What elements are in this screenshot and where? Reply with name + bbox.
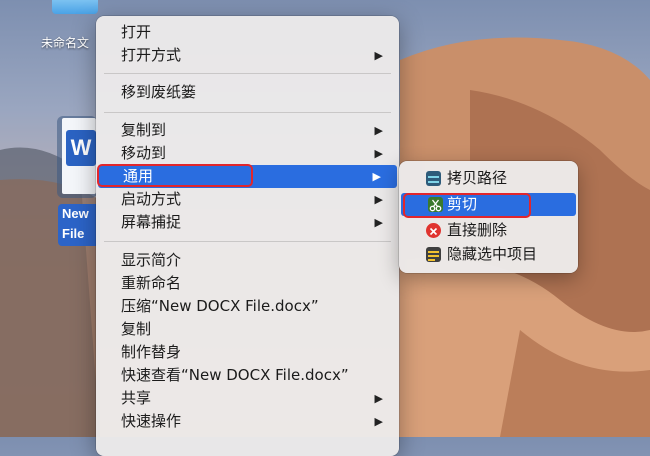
chevron-right-icon: ▶ <box>374 415 383 428</box>
menu-item-label: 移动到 <box>121 144 167 162</box>
menu-item-label: 复制到 <box>121 121 167 139</box>
menu-item-duplicate[interactable]: 复制 <box>96 318 399 341</box>
context-menu: 打开 打开方式 ▶ 移到废纸篓 复制到 ▶ 移动到 ▶ 通用 ▶ 启动方式 ▶ 屏幕捕捉 ▶… <box>96 16 399 456</box>
annotation-highlight-box <box>403 193 531 218</box>
menu-item-label: 重新命名 <box>121 274 182 292</box>
chevron-right-icon: ▶ <box>374 147 383 160</box>
hide-items-icon <box>426 247 441 262</box>
chevron-right-icon: ▶ <box>374 193 383 206</box>
file-name-line1: New <box>62 206 89 221</box>
chevron-right-icon: ▶ <box>374 49 383 62</box>
menu-item-label: 制作替身 <box>121 343 182 361</box>
menu-item-label: 快速操作 <box>121 412 182 430</box>
menu-item-screen-capture[interactable]: 屏幕捕捉 ▶ <box>96 211 399 234</box>
menu-item-label: 复制 <box>121 320 152 338</box>
copy-path-icon <box>426 171 441 186</box>
chevron-right-icon: ▶ <box>374 392 383 405</box>
menu-separator <box>104 241 391 242</box>
folder-icon[interactable] <box>52 0 98 14</box>
menu-item-move-to-trash[interactable]: 移到废纸篓 <box>96 81 399 104</box>
menu-item-copy-to[interactable]: 复制到 ▶ <box>96 119 399 142</box>
word-icon: W <box>66 130 96 166</box>
menu-item-label: 打开方式 <box>121 46 182 64</box>
chevron-right-icon: ▶ <box>374 216 383 229</box>
delete-icon <box>426 223 441 238</box>
menu-item-launch-method[interactable]: 启动方式 ▶ <box>96 188 399 211</box>
menu-item-label: 显示简介 <box>121 251 182 269</box>
submenu-item-label: 拷贝路径 <box>447 169 508 187</box>
menu-separator <box>104 73 391 74</box>
chevron-right-icon: ▶ <box>374 124 383 137</box>
menu-separator <box>104 112 391 113</box>
menu-item-label: 启动方式 <box>121 190 182 208</box>
menu-item-get-info[interactable]: 显示简介 <box>96 249 399 272</box>
menu-item-label: 共享 <box>121 389 152 407</box>
menu-item-make-alias[interactable]: 制作替身 <box>96 341 399 364</box>
annotation-highlight-box <box>97 164 253 187</box>
menu-item-open[interactable]: 打开 <box>96 21 399 44</box>
menu-item-label: 压缩“New DOCX File.docx” <box>121 297 319 315</box>
menu-item-label: 屏幕捕捉 <box>121 213 182 231</box>
menu-item-share[interactable]: 共享 ▶ <box>96 387 399 410</box>
menu-item-move-to[interactable]: 移动到 ▶ <box>96 142 399 165</box>
menu-item-quick-look[interactable]: 快速查看“New DOCX File.docx” <box>96 364 399 387</box>
desktop-item-label[interactable]: 未命名文 <box>41 34 97 51</box>
file-name-line2: File <box>62 226 85 241</box>
menu-item-rename[interactable]: 重新命名 <box>96 272 399 295</box>
menu-item-label: 移到废纸篓 <box>121 83 197 101</box>
submenu-item-copy-path[interactable]: 拷贝路径 <box>399 167 578 190</box>
menu-item-label: 快速查看“New DOCX File.docx” <box>121 366 349 384</box>
submenu-item-label: 隐藏选中项目 <box>447 245 538 263</box>
menu-item-quick-actions[interactable]: 快速操作 ▶ <box>96 410 399 433</box>
menu-item-compress[interactable]: 压缩“New DOCX File.docx” <box>96 295 399 318</box>
submenu-item-hide-selected[interactable]: 隐藏选中项目 <box>399 243 578 266</box>
menu-item-open-with[interactable]: 打开方式 ▶ <box>96 44 399 67</box>
submenu-item-label: 直接删除 <box>447 221 508 239</box>
file-name-label[interactable]: New File <box>58 204 100 246</box>
submenu-item-delete-immediately[interactable]: 直接删除 <box>399 219 578 242</box>
menu-item-label: 打开 <box>121 23 152 41</box>
chevron-right-icon: ▶ <box>372 170 381 183</box>
